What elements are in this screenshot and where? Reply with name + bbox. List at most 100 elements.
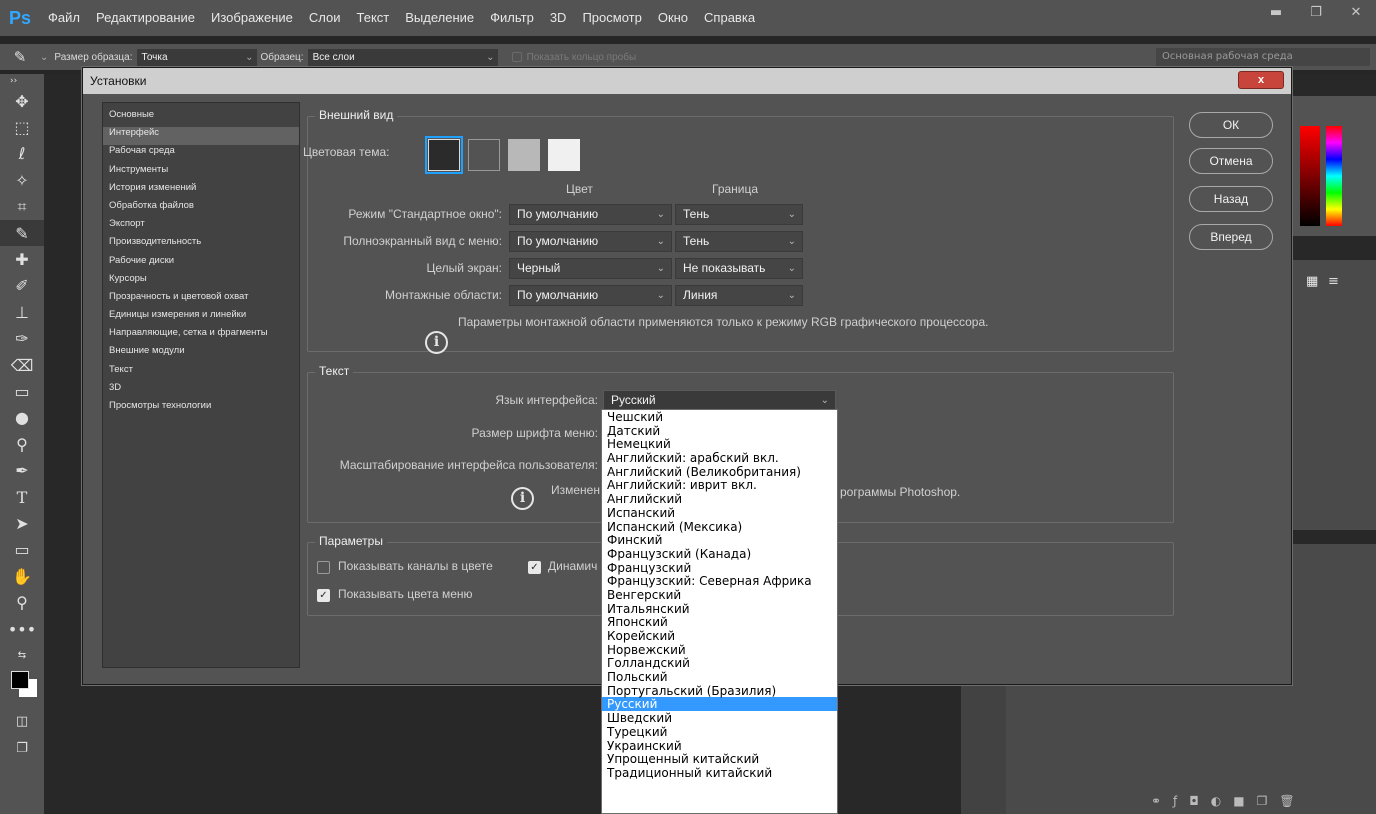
move-tool-icon[interactable]: ✥ (0, 88, 44, 114)
language-option[interactable]: Польский (602, 670, 837, 684)
sidebar-item[interactable]: Направляющие, сетка и фрагменты (103, 327, 299, 345)
eyedropper-tool-icon[interactable]: ✎ (0, 48, 40, 66)
quick-mask-icon[interactable]: ◫ (0, 709, 44, 735)
appearance-border-select[interactable]: Тень ⌄ (675, 204, 803, 225)
menu-item[interactable]: 3D (542, 0, 575, 36)
theme-swatch-dark[interactable] (428, 139, 460, 171)
sidebar-item[interactable]: Текст (103, 364, 299, 382)
appearance-color-select[interactable]: Черный ⌄ (509, 258, 672, 279)
dialog-close-button[interactable]: x (1238, 71, 1284, 89)
healing-brush-tool-icon[interactable]: ✚ (0, 246, 44, 272)
zoom-tool-icon[interactable]: ⚲ (0, 589, 44, 615)
theme-swatch-medium-light[interactable] (508, 139, 540, 171)
sidebar-item[interactable]: Единицы измерения и линейки (103, 309, 299, 327)
language-option[interactable]: Норвежский (602, 643, 837, 657)
pen-tool-icon[interactable]: ✒ (0, 457, 44, 483)
type-tool-icon[interactable]: T (0, 484, 44, 510)
language-option[interactable]: Шведский (602, 711, 837, 725)
sidebar-item[interactable]: Просмотры технологии (103, 400, 299, 418)
restore-icon[interactable]: ❐ (1296, 0, 1336, 28)
language-option[interactable]: Английский (602, 492, 837, 506)
hue-slider[interactable] (1326, 126, 1342, 226)
menu-item[interactable]: Изображение (203, 0, 301, 36)
language-option[interactable]: Английский (Великобритания) (602, 465, 837, 479)
language-option[interactable]: Датский (602, 424, 837, 438)
menu-item[interactable]: Справка (696, 0, 763, 36)
quick-select-tool-icon[interactable]: ✧ (0, 167, 44, 193)
menu-item[interactable]: Текст (349, 0, 398, 36)
menu-item[interactable]: Редактирование (88, 0, 203, 36)
language-option[interactable]: Финский (602, 533, 837, 547)
language-option[interactable]: Чешский (602, 410, 837, 424)
appearance-border-select[interactable]: Тень ⌄ (675, 231, 803, 252)
appearance-color-select[interactable]: По умолчанию ⌄ (509, 285, 672, 306)
more-tools-icon[interactable]: ••• (0, 616, 44, 642)
menu-item[interactable]: Просмотр (574, 0, 649, 36)
color-field[interactable] (1300, 126, 1320, 226)
swap-colors-icon[interactable]: ⇆ (0, 642, 44, 668)
language-option[interactable]: Немецкий (602, 437, 837, 451)
appearance-border-select[interactable]: Не показывать ⌄ (675, 258, 803, 279)
workspace-select[interactable]: Основная рабочая среда (1156, 48, 1370, 66)
cancel-button[interactable]: Отмена (1189, 148, 1273, 174)
eyedropper-tool-icon[interactable]: ✎ (0, 219, 44, 247)
crop-tool-icon[interactable]: ⌗ (0, 194, 44, 220)
back-button[interactable]: Назад (1189, 186, 1273, 212)
ui-language-select[interactable]: Русский ⌄ (603, 390, 836, 411)
close-window-icon[interactable]: ✕ (1336, 0, 1376, 28)
show-channels-in-color-checkbox[interactable] (317, 561, 330, 574)
appearance-border-select[interactable]: Линия ⌄ (675, 285, 803, 306)
language-option[interactable]: Турецкий (602, 725, 837, 739)
rectangle-tool-icon[interactable]: ▭ (0, 537, 44, 563)
panel-collapse-icon[interactable]: ›› (0, 74, 44, 88)
language-option[interactable]: Английский: иврит вкл. (602, 478, 837, 492)
sidebar-item[interactable]: История изменений (103, 182, 299, 200)
language-option[interactable]: Украинский (602, 739, 837, 753)
theme-swatch-medium-dark[interactable] (468, 139, 500, 171)
dodge-tool-icon[interactable]: ⚲ (0, 431, 44, 457)
sample-size-select[interactable]: Точка ⌄ (136, 48, 257, 66)
language-option[interactable]: Русский (602, 697, 837, 711)
show-menu-colors-checkbox[interactable]: ✓ (317, 589, 330, 602)
stamp-tool-icon[interactable]: ⊥ (0, 299, 44, 325)
sidebar-item[interactable]: Прозрачность и цветовой охват (103, 291, 299, 309)
menu-item[interactable]: Выделение (397, 0, 482, 36)
language-option[interactable]: Японский (602, 615, 837, 629)
gradient-tool-icon[interactable]: ▭ (0, 378, 44, 404)
list-view-icon[interactable]: ≡ (1328, 274, 1339, 289)
appearance-color-select[interactable]: По умолчанию ⌄ (509, 231, 672, 252)
menu-item[interactable]: Файл (40, 0, 88, 36)
path-select-tool-icon[interactable]: ➤ (0, 510, 44, 536)
screen-mode-icon[interactable]: ❐ (0, 735, 44, 761)
sample-select[interactable]: Все слои ⌄ (307, 48, 498, 66)
sidebar-item[interactable]: Инструменты (103, 164, 299, 182)
dynamic-sliders-checkbox[interactable]: ✓ (528, 561, 541, 574)
tool-preset-chevron-icon[interactable]: ⌄ (40, 52, 48, 63)
language-option[interactable]: Французский (Канада) (602, 547, 837, 561)
menu-item[interactable]: Слои (301, 0, 349, 36)
sidebar-item[interactable]: Обработка файлов (103, 200, 299, 218)
language-option[interactable]: Голландский (602, 656, 837, 670)
sidebar-item[interactable]: Курсоры (103, 273, 299, 291)
menu-item[interactable]: Окно (650, 0, 696, 36)
language-option[interactable]: Французский: Северная Африка (602, 574, 837, 588)
brush-tool-icon[interactable]: ✐ (0, 273, 44, 299)
blur-tool-icon[interactable]: ● (0, 405, 44, 431)
ok-button[interactable]: ОК (1189, 112, 1273, 138)
history-brush-tool-icon[interactable]: ✑ (0, 326, 44, 352)
sidebar-item[interactable]: 3D (103, 382, 299, 400)
forward-button[interactable]: Вперед (1189, 224, 1273, 250)
foreground-color[interactable] (11, 670, 29, 689)
language-option[interactable]: Португальский (Бразилия) (602, 684, 837, 698)
language-option[interactable]: Итальянский (602, 602, 837, 616)
language-option[interactable]: Упрощенный китайский (602, 752, 837, 766)
hand-tool-icon[interactable]: ✋ (0, 563, 44, 589)
language-option[interactable]: Французский (602, 561, 837, 575)
language-option[interactable]: Испанский (Мексика) (602, 520, 837, 534)
language-option[interactable]: Английский: арабский вкл. (602, 451, 837, 465)
language-option[interactable]: Традиционный китайский (602, 766, 837, 780)
sidebar-item[interactable]: Экспорт (103, 218, 299, 236)
language-option[interactable]: Испанский (602, 506, 837, 520)
sidebar-item[interactable]: Внешние модули (103, 345, 299, 363)
show-ring-checkbox[interactable] (511, 52, 522, 62)
